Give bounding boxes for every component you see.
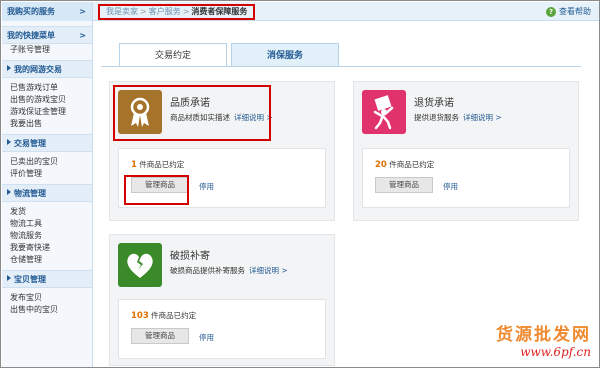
watermark-title: 货源批发网 [496,325,591,345]
disable-link[interactable]: 停用 [199,332,214,343]
card-description: 提供退货服务 详细说明 > [414,113,502,122]
card-description: 破损商品提供补寄服务 详细说明 > [170,266,288,275]
tab-trade-agreement[interactable]: 交易约定 [119,43,227,67]
sidebar-item-express[interactable]: 我要寄快递 [2,242,92,254]
manage-items-button[interactable]: 管理商品 [375,177,433,193]
agreed-count: 1 件商品已约定 [131,160,185,170]
highlight-box [113,85,271,141]
sidebar-item-sell[interactable]: 我要出售 [2,118,92,130]
breadcrumb-current: 消费者保障服务 [191,7,248,16]
sidebar-group-title: 交易管理 [14,139,46,148]
service-card-damage: 破损补寄 破损商品提供补寄服务 详细说明 > 103 件商品已约定 管理商品 停用 [109,234,335,366]
tab-divider [101,66,581,67]
card-status-panel: 103 件商品已约定 管理商品 停用 [118,299,326,359]
disable-link[interactable]: 停用 [199,181,214,192]
agreed-count: 103 件商品已约定 [131,311,197,321]
sidebar-item-reviews[interactable]: 评价管理 [2,168,92,180]
sidebar-item-ship[interactable]: 发货 [2,206,92,218]
top-bar: 我购买的服务 > 我是卖家 > 客户服务 > 消费者保障服务 ? 查看帮助 [2,2,599,21]
breadcrumb-customer-service[interactable]: 客户服务 [149,7,181,16]
sidebar-group-title: 宝贝管理 [14,275,46,284]
highlight-box [124,175,189,205]
sidebar-item-sold[interactable]: 已卖出的宝贝 [2,156,92,168]
sidebar-item-game-orders[interactable]: 已售游戏订单 [2,82,92,94]
chevron-right-icon: > [79,7,86,16]
breadcrumb-seller[interactable]: 我是卖家 [106,7,138,16]
triangle-right-icon [7,139,11,145]
watermark: 货源批发网 www.6pf.cn [496,320,591,359]
help-link[interactable]: ? 查看帮助 [546,2,591,21]
sidebar-item-warehouse[interactable]: 仓储管理 [2,254,92,266]
breadcrumb-separator: > [140,7,147,16]
app-frame: 我购买的服务 > 我是卖家 > 客户服务 > 消费者保障服务 ? 查看帮助 我的快捷菜单… [0,0,600,368]
card-title: 退货承诺 [414,98,454,109]
sidebar-group-title: 我的快捷菜单 [7,31,55,40]
sidebar-group-title: 物流管理 [14,189,46,198]
sidebar-group-logistics[interactable]: 物流管理 [2,184,92,202]
service-card-return: 退货承诺 提供退货服务 详细说明 > 20 件商品已约定 管理商品 停用 [353,81,579,221]
sidebar-item-on-sale[interactable]: 出售中的宝贝 [2,304,92,316]
sidebar-group-trade[interactable]: 交易管理 [2,134,92,152]
agreed-count: 20 件商品已约定 [375,160,435,170]
breadcrumb-separator: > [182,7,190,16]
help-question-icon: ? [546,6,556,17]
disable-link[interactable]: 停用 [443,181,458,192]
sidebar-item-logistics-tools[interactable]: 物流工具 [2,218,92,230]
details-link[interactable]: 详细说明 > [463,113,502,122]
sidebar-group-items[interactable]: 宝贝管理 [2,270,92,288]
triangle-right-icon [7,189,11,195]
sidebar-item-logistics-service[interactable]: 物流服务 [2,230,92,242]
card-title: 破损补寄 [170,251,210,262]
sidebar-group-quick-menu[interactable]: 我的快捷菜单 > [2,26,92,44]
tab-bar: 交易约定 消保服务 [119,43,339,67]
card-status-panel: 20 件商品已约定 管理商品 停用 [362,148,570,208]
sidebar-group-title: 我的网游交易 [14,65,62,74]
sidebar-item-game-items[interactable]: 出售的游戏宝贝 [2,94,92,106]
broken-heart-icon [118,243,162,287]
my-services-header[interactable]: 我购买的服务 > [2,2,93,21]
triangle-right-icon [7,65,11,71]
tab-consumer-protection[interactable]: 消保服务 [231,43,339,67]
watermark-url: www.6pf.cn [520,345,591,359]
sidebar: 我的快捷菜单 > 子账号管理 我的网游交易 已售游戏订单 出售的游戏宝贝 游戏保… [2,21,93,367]
sidebar-group-game-trade[interactable]: 我的网游交易 [2,60,92,78]
chevron-right-icon: > [79,31,86,40]
sidebar-item-game-deposit[interactable]: 游戏保证金管理 [2,106,92,118]
manage-items-button[interactable]: 管理商品 [131,328,189,344]
sidebar-item-publish[interactable]: 发布宝贝 [2,292,92,304]
sidebar-item-subaccount[interactable]: 子账号管理 [2,44,92,56]
my-services-label: 我购买的服务 [7,7,55,16]
help-label: 查看帮助 [559,7,591,16]
return-box-icon [362,90,406,134]
breadcrumb: 我是卖家 > 客户服务 > 消费者保障服务 [98,4,256,20]
triangle-right-icon [7,275,11,281]
details-link[interactable]: 详细说明 > [249,266,288,275]
